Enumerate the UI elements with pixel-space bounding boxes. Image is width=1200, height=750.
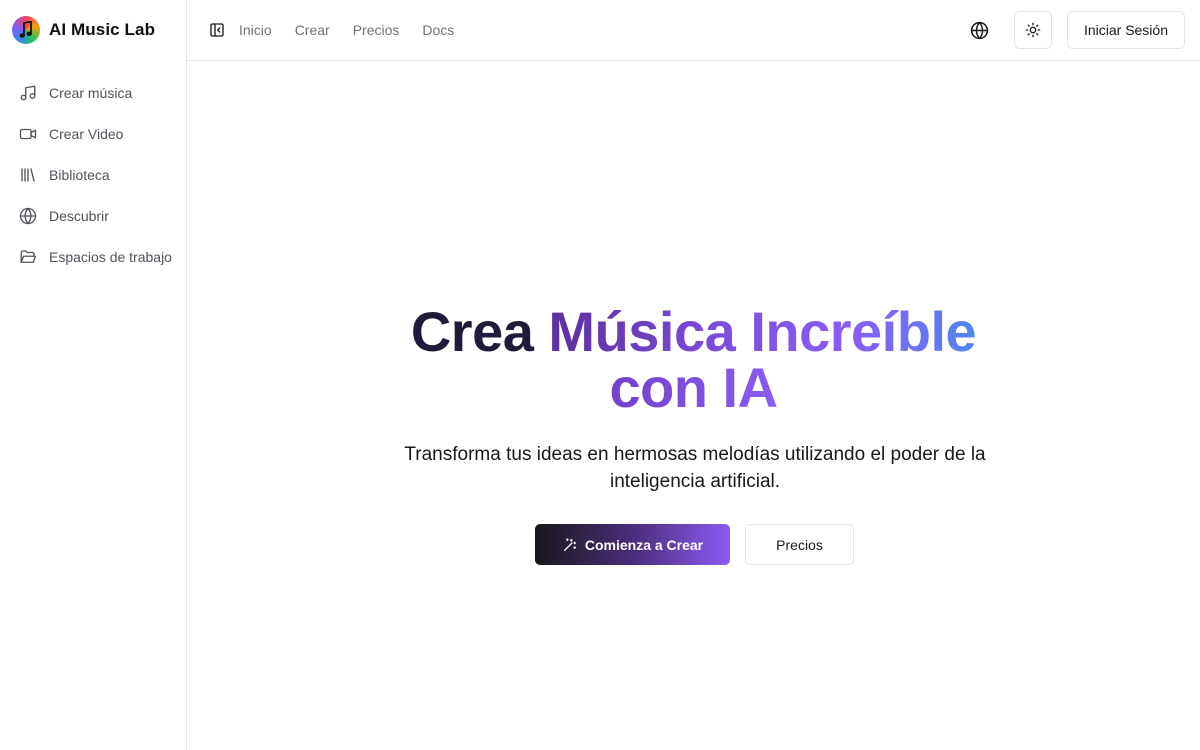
sidebar-toggle-button[interactable] (209, 22, 225, 38)
library-icon (21, 167, 35, 182)
sidebar-item-espacios-de-trabajo[interactable]: Espacios de trabajo (0, 236, 186, 277)
sidebar-item-descubrir[interactable]: Descubrir (0, 195, 186, 236)
hero-subtitle: Transforma tus ideas en hermosas melodía… (404, 444, 986, 492)
hero-title-gradient-2: con IA (609, 356, 778, 419)
sidebar-item-label: Espacios de trabajo (49, 248, 172, 265)
sidebar-item-biblioteca[interactable]: Biblioteca (0, 154, 186, 195)
sidebar-item-label: Descubrir (49, 207, 109, 224)
top-nav-links: Inicio Crear Precios Docs (239, 22, 477, 38)
pricing-button[interactable]: Precios (745, 524, 854, 565)
sidebar-item-crear-musica[interactable]: Crear música (0, 72, 186, 113)
theme-toggle-button[interactable] (1013, 11, 1052, 49)
video-camera-icon (19, 128, 37, 139)
brand-name: AI Music Lab (49, 20, 156, 39)
music-note-icon (20, 85, 36, 100)
signin-button[interactable]: Iniciar Sesión (1066, 11, 1185, 49)
top-navbar: Inicio Crear Precios Docs Iniciar Sesión (187, 0, 1200, 61)
magic-wand-icon (563, 537, 576, 551)
hero-cta-row: Comienza a Crear Precios (535, 524, 854, 565)
globe-icon (971, 21, 989, 39)
sidebar-item-crear-video[interactable]: Crear Video (0, 113, 186, 154)
nav-link-inicio[interactable]: Inicio (239, 22, 272, 38)
sun-icon (1025, 22, 1041, 38)
hero-title: Crea Música Increíble con IA (187, 304, 1200, 416)
nav-link-precios[interactable]: Precios (353, 22, 400, 38)
folder-open-icon (20, 249, 37, 263)
nav-link-crear[interactable]: Crear (295, 22, 330, 38)
sidebar-nav: Crear música Crear Video Biblioteca Desc… (0, 72, 186, 277)
nav-link-docs[interactable]: Docs (422, 22, 454, 38)
language-button[interactable] (962, 12, 998, 48)
globe-icon (19, 207, 37, 224)
sidebar: AI Music Lab Crear música Crear Video Bi… (0, 0, 187, 750)
hero-title-plain: Crea (410, 300, 549, 363)
start-creating-label: Comienza a Crear (584, 536, 704, 553)
sidebar-item-label: Crear música (49, 84, 133, 101)
panel-collapse-icon (210, 23, 224, 37)
music-note-logo-icon (12, 16, 40, 44)
hero-section: Crea Música Increíble con IA Transforma … (187, 61, 1200, 750)
top-actions: Iniciar Sesión (962, 11, 1200, 49)
sidebar-item-label: Crear Video (49, 125, 124, 142)
start-creating-button[interactable]: Comienza a Crear (535, 524, 730, 565)
sidebar-item-label: Biblioteca (49, 166, 110, 183)
brand[interactable]: AI Music Lab (0, 0, 186, 60)
hero-title-gradient-1: Música Increíble (548, 300, 977, 363)
